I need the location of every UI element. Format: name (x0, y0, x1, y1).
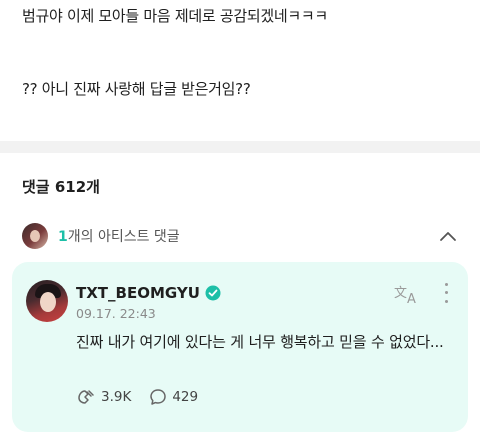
like-hands-icon (78, 390, 94, 404)
svg-text:文: 文 (394, 286, 407, 301)
chevron-up-icon[interactable] (434, 222, 462, 250)
comment-text: 진짜 내가 여기에 있다는 게 너무 행복하고 믿을 수 없었다... (76, 333, 444, 351)
username-text: TXT_BEOMGYU (76, 284, 200, 302)
artist-avatar-small (22, 223, 48, 249)
reply-button[interactable]: 429 (149, 388, 198, 406)
post-text-line-1: 범규야 이제 모아들 마음 제데로 공감되겠네ㅋㅋㅋ (22, 7, 328, 25)
artist-comments-number: 1 (58, 229, 68, 245)
like-count: 3.9K (101, 389, 132, 405)
comment-timestamp: 09.17. 22:43 (76, 306, 156, 321)
svg-text:A: A (407, 292, 416, 306)
artist-comments-header[interactable]: 1개의 아티스트 댓글 (22, 222, 462, 250)
verified-badge-icon (205, 285, 221, 301)
artist-comments-label: 1개의 아티스트 댓글 (58, 226, 180, 246)
comments-count: 댓글 612개 (22, 178, 100, 196)
artist-comment-card: TXT_BEOMGYU 09.17. 22:43 文 A 진짜 내가 여기에 있… (12, 262, 468, 432)
artist-comments-text: 개의 아티스트 댓글 (67, 229, 180, 245)
like-button[interactable]: 3.9K (76, 388, 131, 406)
comment-username[interactable]: TXT_BEOMGYU (76, 284, 221, 302)
post-text-line-2: ?? 아니 진짜 사랑해 답글 받은거임?? (22, 80, 251, 98)
reply-count: 429 (172, 389, 199, 405)
reply-bubble-icon (150, 389, 167, 405)
more-vertical-icon[interactable] (438, 280, 454, 306)
avatar[interactable] (26, 280, 68, 322)
section-divider (0, 141, 480, 153)
comment-actions: 3.9K 429 (76, 388, 216, 406)
translate-icon[interactable]: 文 A (394, 282, 422, 307)
